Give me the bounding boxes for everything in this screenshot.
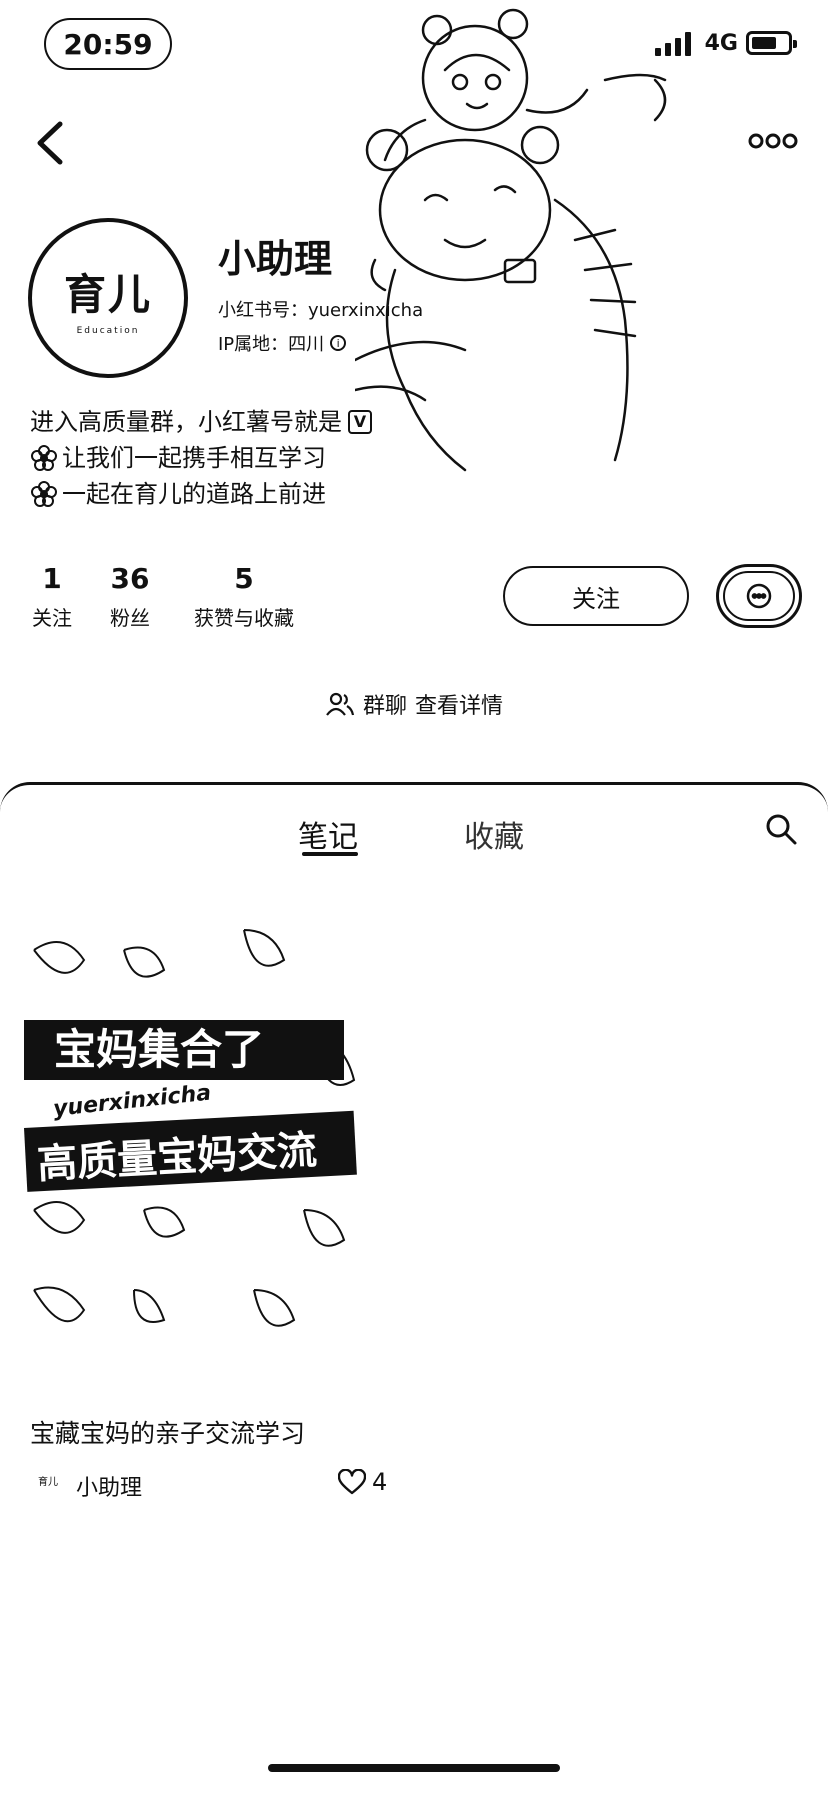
home-indicator[interactable]	[268, 1764, 560, 1772]
back-arrow-icon[interactable]	[30, 118, 70, 168]
stat-label: 关注	[32, 606, 72, 630]
stat-value: 5	[234, 562, 254, 595]
avatar[interactable]: 育儿 Education	[28, 218, 188, 378]
profile-bio: 进入高质量群，小红薯号就是 V 让我们一起携手相互学习 一起在育儿的道路上前进	[30, 404, 430, 512]
stat-value: 1	[42, 562, 62, 595]
message-button[interactable]	[716, 564, 802, 628]
info-icon[interactable]: i	[330, 335, 347, 351]
group-chat-link[interactable]: 查看详情	[415, 688, 503, 720]
stat-following[interactable]: 1 关注	[28, 562, 76, 631]
note-author-name[interactable]: 小助理	[76, 1470, 142, 1502]
group-chat-label: 群聊	[362, 694, 407, 719]
chat-bubble-icon	[746, 583, 772, 609]
status-time: 20:59	[44, 18, 172, 70]
stat-value: 36	[110, 562, 150, 595]
ip-location-text: IP属地：四川	[218, 334, 325, 355]
cover-text-headline: 宝妈集合了	[54, 1025, 264, 1074]
battery-fill	[752, 37, 776, 49]
bio-line: 进入高质量群，小红薯号就是 V	[30, 404, 430, 440]
flower-icon	[31, 481, 57, 507]
profile-nickname: 小助理	[218, 237, 333, 281]
note-cover-image[interactable]: 宝妈集合了 yuerxinxicha 高质量宝妈交流	[14, 890, 394, 1390]
follow-button[interactable]: 关注	[503, 566, 689, 626]
note-author-avatar[interactable]: 育儿	[38, 1470, 62, 1490]
flower-icon	[31, 445, 57, 471]
group-icon	[326, 692, 355, 716]
search-icon[interactable]	[764, 812, 798, 846]
message-button-inner	[723, 571, 795, 621]
note-like-count: 4	[372, 1468, 388, 1496]
note-cover-art: 宝妈集合了 yuerxinxicha 高质量宝妈交流	[24, 929, 357, 1327]
bio-line: 让我们一起携手相互学习	[30, 440, 430, 476]
bio-text: 一起在育儿的道路上前进	[62, 480, 326, 508]
note-title[interactable]: 宝藏宝妈的亲子交流学习	[30, 1414, 305, 1450]
bio-text: 进入高质量群，小红薯号就是	[30, 408, 342, 436]
more-icon[interactable]	[748, 132, 798, 150]
group-chat-row[interactable]: 群聊 查看详情	[0, 688, 828, 720]
battery-icon	[746, 31, 797, 55]
tab-collections[interactable]: 收藏	[464, 812, 524, 856]
bio-text: 让我们一起携手相互学习	[62, 444, 326, 472]
note-like-button[interactable]: 4	[338, 1468, 387, 1496]
avatar-logo-text: 育儿	[63, 269, 152, 319]
cover-text-id: yuerxinxicha	[52, 1081, 212, 1122]
verified-badge-icon: V	[348, 410, 372, 434]
profile-id: 小红书号：yuerxinxicha	[218, 300, 424, 321]
avatar-logo-subtext: Education	[76, 325, 140, 336]
heart-icon	[338, 1469, 366, 1495]
stat-likes-collects[interactable]: 5 获赞与收藏	[186, 562, 302, 631]
stat-label: 获赞与收藏	[194, 606, 294, 630]
stat-label: 粉丝	[110, 606, 150, 630]
active-tab-indicator	[302, 852, 358, 856]
profile-ip-location: IP属地：四川 i	[218, 330, 347, 356]
tab-notes[interactable]: 笔记	[298, 812, 358, 856]
stat-followers[interactable]: 36 粉丝	[106, 562, 154, 631]
bio-line: 一起在育儿的道路上前进	[30, 476, 430, 512]
